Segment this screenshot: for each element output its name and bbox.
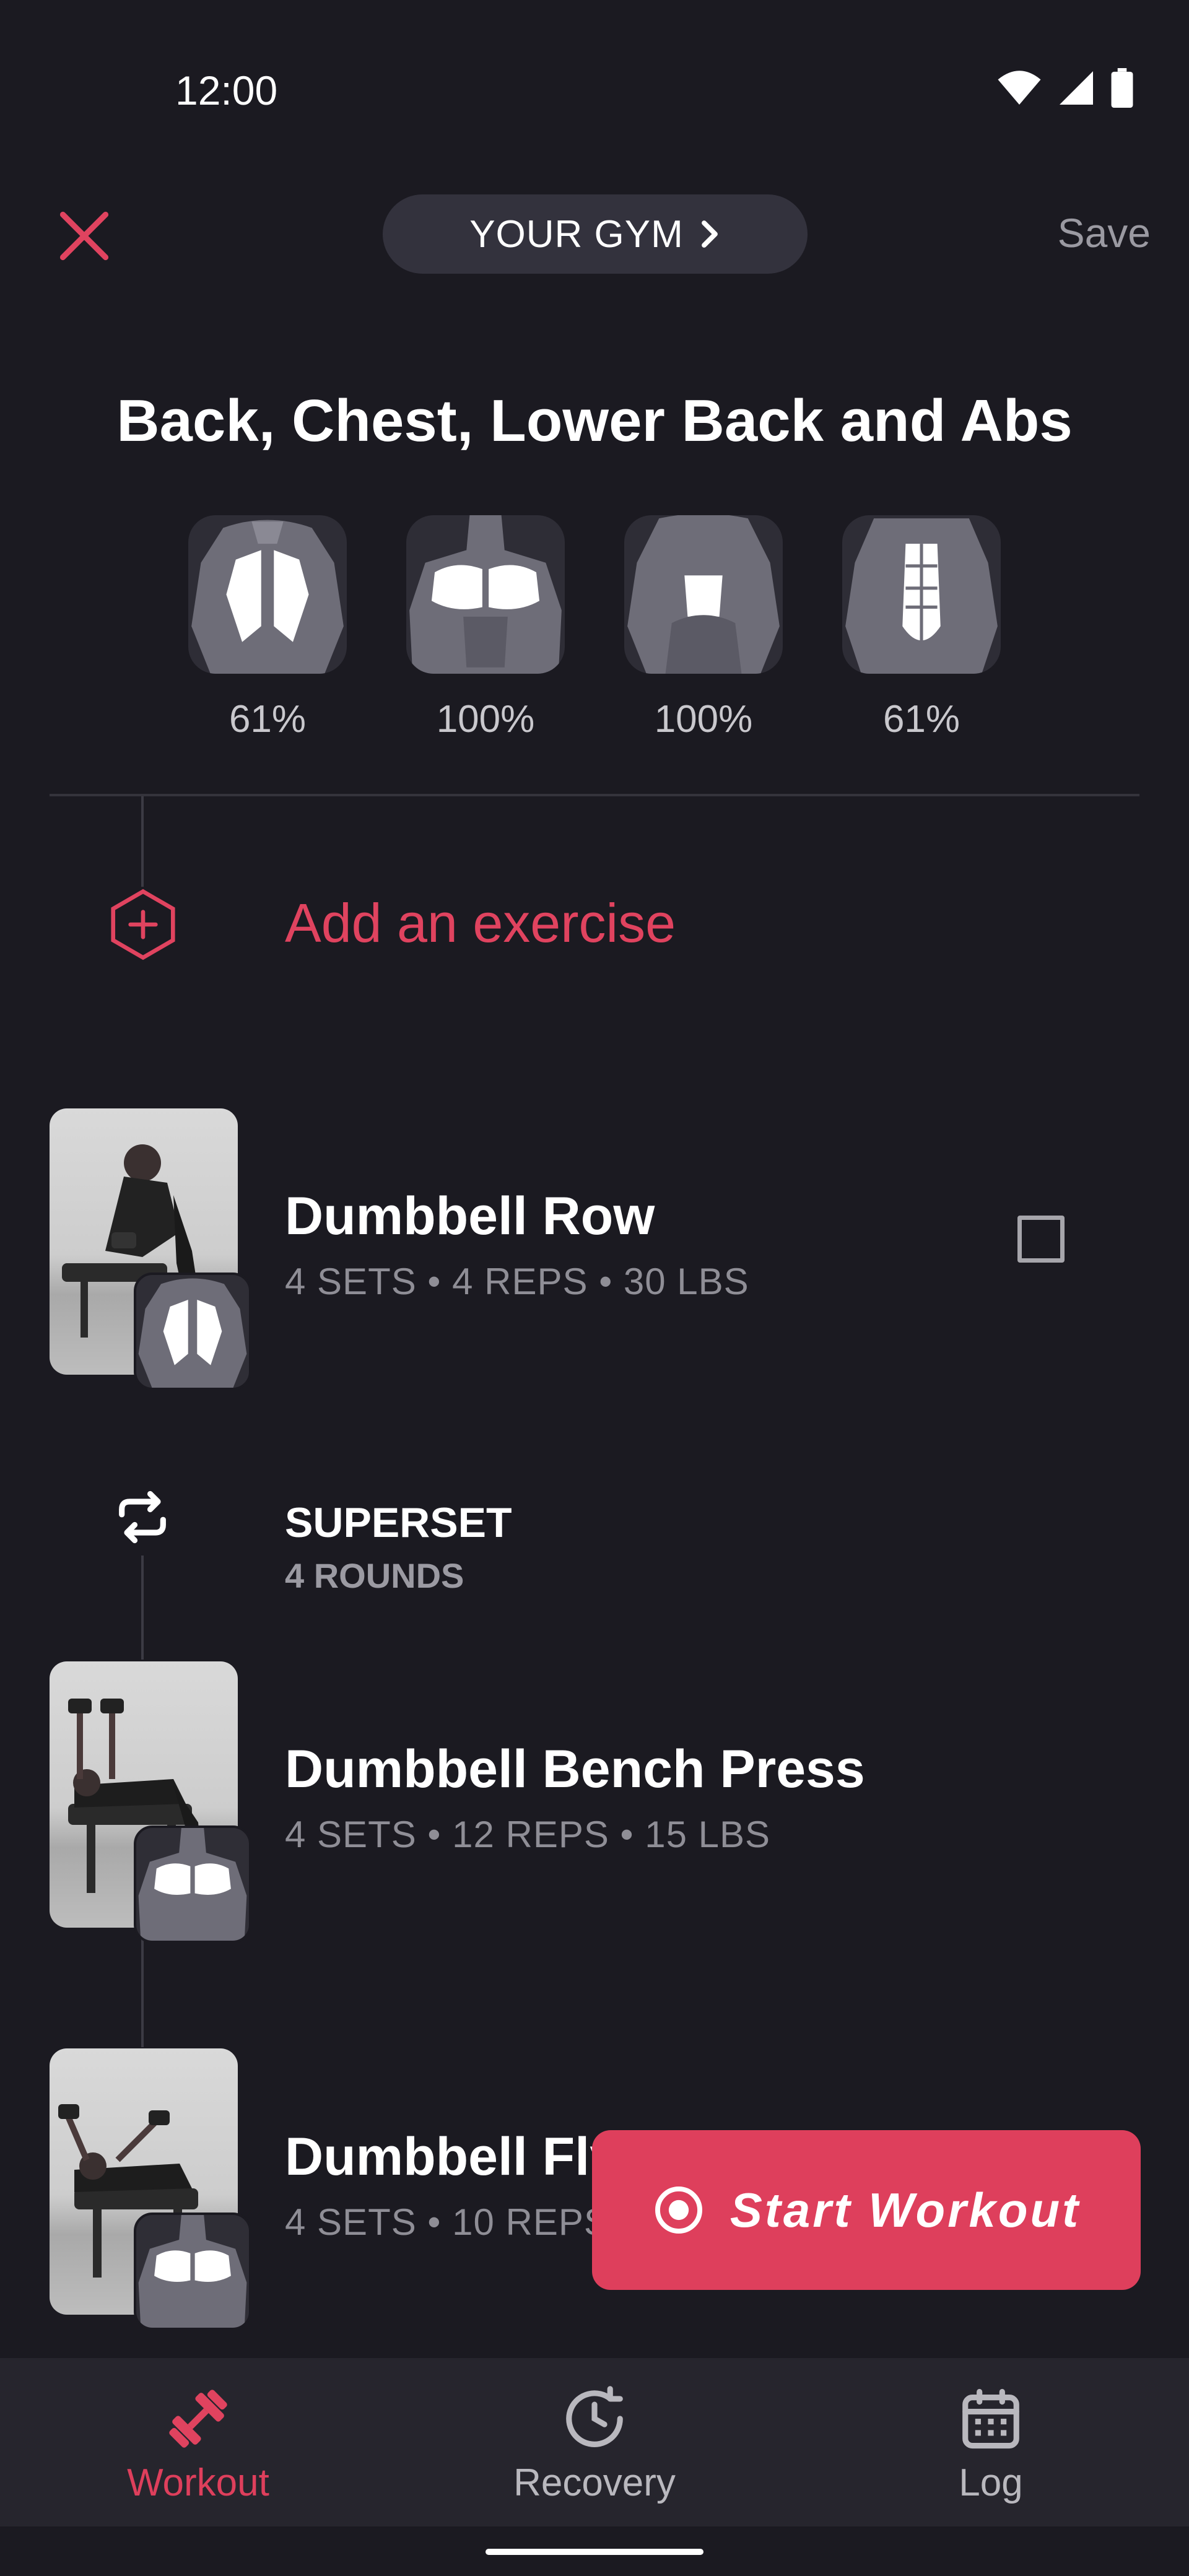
chest-muscle-icon (134, 1825, 251, 1943)
exercise-name[interactable]: Dumbbell Bench Press (285, 1739, 865, 1800)
save-button[interactable]: Save (1058, 209, 1151, 256)
muscle-percent: 61% (882, 698, 960, 741)
close-icon (59, 211, 109, 261)
gym-label: YOUR GYM (469, 212, 684, 256)
muscle-percent: 61% (229, 698, 307, 741)
superset-repeat-icon (111, 1486, 173, 1548)
muscle-back: 61% (188, 515, 347, 741)
status-icons (997, 68, 1133, 108)
timeline-line (141, 796, 144, 887)
workout-title: Back, Chest, Lower Back and Abs (116, 388, 1073, 454)
nav-tab-workout[interactable]: Workout (74, 2382, 322, 2505)
muscle-percent: 100% (436, 698, 535, 741)
muscle-percent: 100% (654, 698, 753, 741)
nav-tab-log[interactable]: Log (867, 2382, 1115, 2505)
status-time: 12:00 (175, 67, 278, 113)
abs-muscle-icon (842, 515, 1001, 674)
calendar-icon (962, 2388, 1019, 2449)
exercise-checkbox[interactable] (1017, 1216, 1065, 1263)
start-workout-button[interactable]: Start Workout (592, 2130, 1141, 2290)
home-indicator (486, 2549, 703, 2555)
battery-icon (1111, 68, 1133, 108)
nav-label: Log (959, 2461, 1023, 2504)
nav-label: Recovery (513, 2461, 676, 2504)
wifi-icon (998, 71, 1041, 105)
back-muscle-icon (188, 515, 347, 674)
exercise-detail: 4 SETS • 4 REPS • 30 LBS (285, 1261, 749, 1302)
back-muscle-icon (134, 1273, 251, 1390)
timeline-line (141, 1926, 144, 2047)
record-icon (655, 2187, 702, 2234)
chest-muscle-icon (134, 2213, 251, 2330)
dumbbell-icon (169, 2390, 227, 2448)
close-button[interactable] (50, 201, 119, 271)
muscle-lower-back: 100% (624, 515, 783, 741)
signal-icon (1060, 71, 1093, 105)
muscle-chest: 100% (406, 515, 565, 741)
nav-label: Workout (127, 2461, 269, 2504)
exercise-detail: 4 SETS • 12 REPS • 15 LBS (285, 1814, 771, 1855)
lower-back-muscle-icon (624, 515, 783, 674)
exercise-name[interactable]: Dumbbell Fly (285, 2126, 619, 2188)
superset-label: SUPERSET (285, 1499, 512, 1546)
chevron-right-icon (701, 220, 718, 248)
add-exercise-icon[interactable] (105, 887, 181, 962)
recovery-clock-icon (566, 2386, 623, 2447)
muscle-abs: 61% (842, 515, 1001, 741)
chest-muscle-icon (406, 515, 565, 674)
divider (50, 794, 1139, 796)
superset-rounds: 4 ROUNDS (285, 1556, 464, 1595)
add-exercise-button[interactable]: Add an exercise (285, 892, 676, 955)
exercise-name[interactable]: Dumbbell Row (285, 1186, 655, 1247)
gym-selector-button[interactable]: YOUR GYM (383, 194, 808, 274)
start-workout-label: Start Workout (730, 2182, 1081, 2237)
timeline-line (141, 1556, 144, 1660)
nav-tab-recovery[interactable]: Recovery (471, 2382, 718, 2505)
